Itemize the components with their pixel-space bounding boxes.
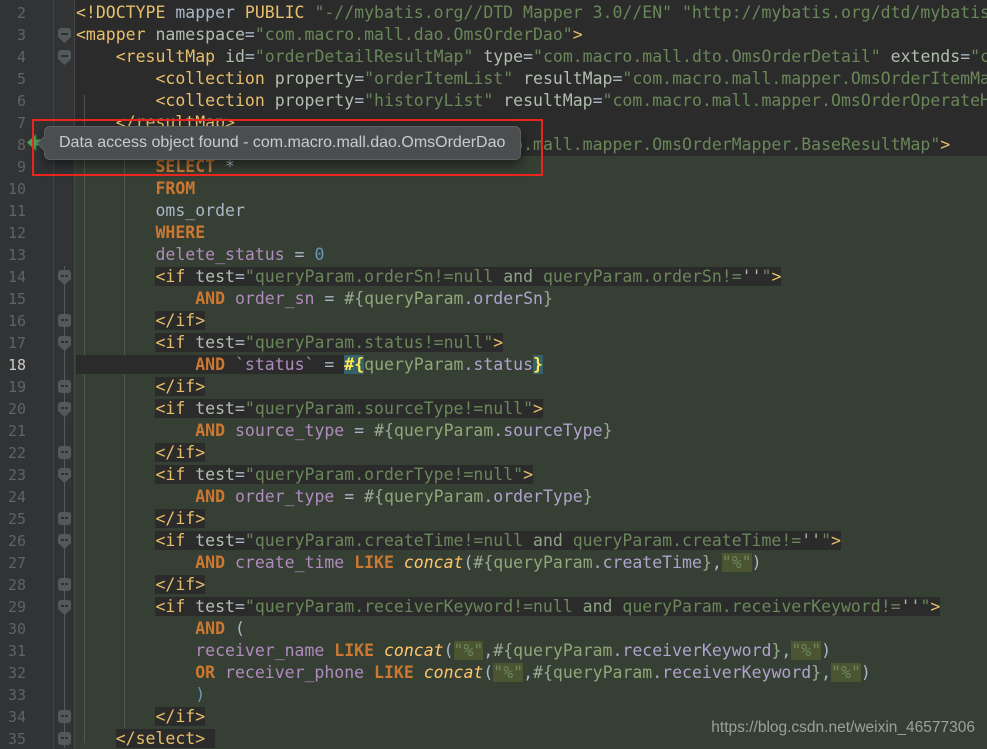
code-line[interactable]: AND source_type = #{queryParam.sourceTyp… xyxy=(75,420,987,442)
code-line[interactable]: </if> xyxy=(75,442,987,464)
line-number: 16 xyxy=(7,312,26,330)
line-number: 10 xyxy=(7,180,26,198)
code-line[interactable]: <resultMap id="orderDetailResultMap" typ… xyxy=(75,46,987,68)
xml-editor: 2 3 4 5 6 7 8 9 10 11 12 13 14 15 16 17 18 19 20 21 22 23 24 25… xyxy=(0,0,987,749)
line-number: 8 xyxy=(16,136,26,154)
line-number: 3 xyxy=(16,26,26,44)
line-number: 34 xyxy=(7,708,26,726)
code-lines[interactable]: <!DOCTYPE mapper PUBLIC "-//mybatis.org/… xyxy=(75,2,987,749)
code-line[interactable]: AND `status` = #{queryParam.status} xyxy=(75,354,987,376)
code-line[interactable]: FROM xyxy=(75,178,987,200)
code-line[interactable]: oms_order xyxy=(75,200,987,222)
gutter-rows: 2 3 4 5 6 7 8 9 10 11 12 13 14 15 16 17 18 19 20 21 22 23 24 25… xyxy=(0,2,74,749)
line-number: 7 xyxy=(16,114,26,132)
line-number: 24 xyxy=(7,488,26,506)
line-number: 19 xyxy=(7,378,26,396)
line-number: 31 xyxy=(7,642,26,660)
line-number: 33 xyxy=(7,686,26,704)
line-number: 23 xyxy=(7,466,26,484)
dao-tooltip: Data access object found - com.macro.mal… xyxy=(36,126,521,160)
line-number: 6 xyxy=(16,92,26,110)
code-line[interactable]: <if test="queryParam.orderSn!=null and q… xyxy=(75,266,987,288)
gutter: 2 3 4 5 6 7 8 9 10 11 12 13 14 15 16 17 18 19 20 21 22 23 24 25… xyxy=(0,0,75,749)
line-number: 13 xyxy=(7,246,26,264)
code-line[interactable]: <collection property="historyList" resul… xyxy=(75,90,987,112)
line-number: 27 xyxy=(7,554,26,572)
line-number: 21 xyxy=(7,422,26,440)
code-line[interactable]: </if> xyxy=(75,376,987,398)
line-number: 5 xyxy=(16,70,26,88)
code-line[interactable]: <if test="queryParam.createTime!=null an… xyxy=(75,530,987,552)
line-number: 2 xyxy=(16,4,26,22)
line-number: 9 xyxy=(16,158,26,176)
line-number: 20 xyxy=(7,400,26,418)
line-number: 32 xyxy=(7,664,26,682)
line-number: 4 xyxy=(16,48,26,66)
fold-start-icon[interactable] xyxy=(58,50,71,65)
code-line[interactable]: <if test="queryParam.sourceType!=null"> xyxy=(75,398,987,420)
line-number: 15 xyxy=(7,290,26,308)
line-number: 30 xyxy=(7,620,26,638)
line-number: 28 xyxy=(7,576,26,594)
code-line[interactable]: <if test="queryParam.receiverKeyword!=nu… xyxy=(75,596,987,618)
code-line[interactable]: </if> xyxy=(75,574,987,596)
line-number: 11 xyxy=(7,202,26,220)
line-number: 29 xyxy=(7,598,26,616)
watermark-text: https://blog.csdn.net/weixin_46577306 xyxy=(711,719,975,736)
code-line[interactable]: <if test="queryParam.orderType!=null"> xyxy=(75,464,987,486)
code-line[interactable]: OR receiver_phone LIKE concat("%",#{quer… xyxy=(75,662,987,684)
fold-start-icon[interactable] xyxy=(58,28,71,43)
code-line[interactable]: <mapper namespace="com.macro.mall.dao.Om… xyxy=(75,24,987,46)
line-number: 26 xyxy=(7,532,26,550)
line-number: 25 xyxy=(7,510,26,528)
code-line[interactable]: AND create_time LIKE concat(#{queryParam… xyxy=(75,552,987,574)
line-number: 14 xyxy=(7,268,26,286)
code-line[interactable]: AND order_sn = #{queryParam.orderSn} xyxy=(75,288,987,310)
line-number: 22 xyxy=(7,444,26,462)
code-line[interactable]: </if> xyxy=(75,508,987,530)
line-number: 18 xyxy=(7,356,26,374)
tooltip-text: Data access object found - com.macro.mal… xyxy=(59,134,506,151)
line-number: 35 xyxy=(7,730,26,748)
code-line[interactable]: </if> xyxy=(75,310,987,332)
code-line[interactable]: AND order_type = #{queryParam.orderType} xyxy=(75,486,987,508)
code-line[interactable]: AND ( xyxy=(75,618,987,640)
line-number: 17 xyxy=(7,334,26,352)
code-line[interactable]: <!DOCTYPE mapper PUBLIC "-//mybatis.org/… xyxy=(75,2,987,24)
code-line[interactable]: <if test="queryParam.status!=null"> xyxy=(75,332,987,354)
code-line[interactable]: ) xyxy=(75,684,987,706)
code-line[interactable]: WHERE xyxy=(75,222,987,244)
code-line[interactable]: receiver_name LIKE concat("%",#{queryPar… xyxy=(75,640,987,662)
fold-connector-line xyxy=(64,266,65,748)
code-line[interactable]: delete_status = 0 xyxy=(75,244,987,266)
line-number: 12 xyxy=(7,224,26,242)
code-line[interactable]: <collection property="orderItemList" res… xyxy=(75,68,987,90)
